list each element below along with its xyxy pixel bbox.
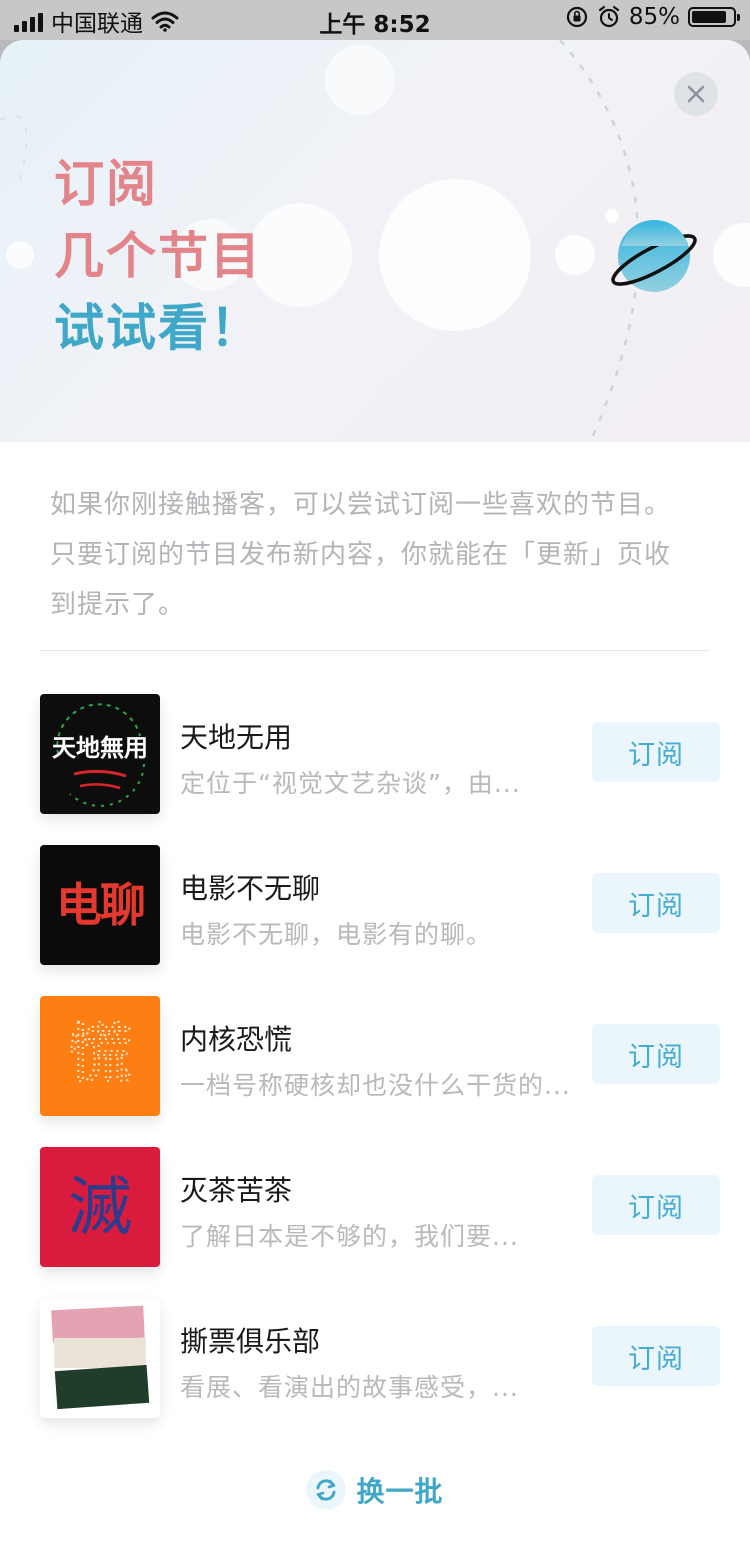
rotation-lock-icon <box>566 6 587 28</box>
podcast-title: 电影不无聊 <box>180 872 321 905</box>
cover-text: 天地無用 <box>52 733 148 762</box>
cover-art-image: 慌 <box>67 1017 133 1093</box>
subscribe-button[interactable]: 订阅 <box>592 873 720 933</box>
subscribe-button[interactable]: 订阅 <box>592 1326 720 1386</box>
podcast-list: 天地無用 天地无用 定位于“视觉文艺杂谈”，由... 订阅 电聊 电影不无聊 电… <box>0 692 750 1447</box>
cover-text: 电聊 <box>56 878 144 932</box>
podcast-item[interactable]: 天地無用 天地无用 定位于“视觉文艺杂谈”，由... 订阅 <box>0 692 750 843</box>
divider <box>40 650 710 651</box>
refresh-icon <box>306 1470 347 1510</box>
cover-art-image: 电聊 <box>56 878 146 932</box>
podcast-cover: 滅 <box>40 1147 160 1267</box>
podcast-description: 定位于“视觉文艺杂谈”，由... <box>180 769 521 798</box>
cover-art-image: 天地無用 <box>52 703 148 807</box>
close-icon <box>687 85 705 103</box>
subscribe-button[interactable]: 订阅 <box>592 1024 720 1084</box>
podcast-cover <box>40 1298 160 1418</box>
cover-art-image <box>51 1305 150 1410</box>
hero-title-line-3: 试试看！ <box>54 299 262 357</box>
podcast-item[interactable]: 滅 灭茶苦茶 了解日本是不够的，我们要... 订阅 <box>0 1145 750 1296</box>
alarm-icon <box>598 5 619 28</box>
subscribe-button[interactable]: 订阅 <box>592 1175 720 1235</box>
status-right: 85% <box>565 4 740 30</box>
podcast-title: 天地无用 <box>180 721 293 754</box>
podcast-cover: 电聊 <box>40 845 160 965</box>
status-bar: 中国联通 上午 8:52 85% <box>0 0 750 40</box>
hero-title: 订阅 几个节目 试试看！ <box>54 148 262 364</box>
refresh-batch-button[interactable]: 换一批 <box>0 1470 750 1510</box>
refresh-label: 换一批 <box>356 1475 444 1508</box>
podcast-description: 了解日本是不够的，我们要... <box>180 1222 519 1251</box>
battery-icon <box>688 7 740 27</box>
close-button[interactable] <box>674 72 718 116</box>
subscribe-button[interactable]: 订阅 <box>592 722 720 782</box>
cover-art-image: 滅 <box>68 1171 132 1245</box>
podcast-cover: 天地無用 <box>40 694 160 814</box>
hero-title-line-1: 订阅 <box>54 155 158 213</box>
podcast-title: 灭茶苦茶 <box>180 1174 293 1207</box>
podcast-item[interactable]: 电聊 电影不无聊 电影不无聊，电影有的聊。 订阅 <box>0 843 750 994</box>
podcast-description: 一档号称硬核却也没什么干货的... <box>180 1071 571 1100</box>
cover-text: 慌 <box>68 1018 132 1092</box>
podcast-item[interactable]: 撕票俱乐部 看展、看演出的故事感受，... 订阅 <box>0 1296 750 1447</box>
hero-title-line-2: 几个节目 <box>54 227 262 285</box>
intro-text: 如果你刚接触播客，可以尝试订阅一些喜欢的节目。只要订阅的节目发布新内容，你就能在… <box>50 490 672 620</box>
podcast-title: 撕票俱乐部 <box>180 1325 321 1358</box>
battery-percent: 85% <box>628 4 680 30</box>
subscribe-sheet: 订阅 几个节目 试试看！ 如果你刚接触播客，可以尝试订阅一些喜欢的节目。只要订阅… <box>0 40 750 1547</box>
hero-banner: 订阅 几个节目 试试看！ <box>0 40 750 442</box>
podcast-item[interactable]: 慌 内核恐慌 一档号称硬核却也没什么干货的... 订阅 <box>0 994 750 1145</box>
podcast-title: 内核恐慌 <box>180 1023 293 1056</box>
podcast-cover: 慌 <box>40 996 160 1116</box>
cover-text: 滅 <box>68 1171 132 1245</box>
planet-icon <box>611 220 697 292</box>
podcast-description: 电影不无聊，电影有的聊。 <box>180 920 493 949</box>
podcast-description: 看展、看演出的故事感受，... <box>180 1373 519 1402</box>
